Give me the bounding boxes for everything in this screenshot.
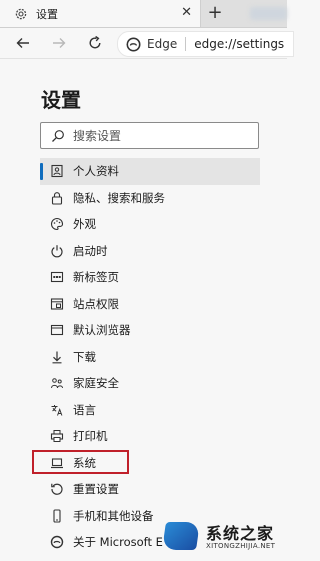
sidebar-item-family-safety[interactable]: 家庭安全 [40, 370, 260, 397]
forward-button[interactable] [50, 34, 68, 52]
search-icon [51, 129, 65, 143]
tab-settings[interactable]: 设置 ✕ [0, 0, 201, 27]
language-icon [50, 403, 64, 417]
sidebar-item-languages[interactable]: 语言 [40, 397, 260, 424]
sidebar-item-profile[interactable]: 个人资料 [40, 158, 260, 185]
address-bar[interactable]: Edge edge://settings [117, 31, 294, 57]
phone-icon [50, 509, 64, 523]
sidebar-item-downloads[interactable]: 下载 [40, 344, 260, 371]
close-icon[interactable]: ✕ [181, 6, 192, 20]
address-separator [185, 37, 187, 51]
watermark-subtext: XITONGZHIJIA.NET [206, 542, 276, 550]
site-name: Edge [147, 37, 178, 51]
url-text[interactable]: edge://settings [194, 37, 284, 51]
sidebar-item-privacy[interactable]: 隐私、搜索和服务 [40, 185, 260, 212]
lock-icon [50, 191, 64, 205]
search-input[interactable] [73, 128, 243, 143]
sidebar-item-label: 手机和其他设备 [73, 508, 154, 523]
edge-logo-icon [50, 535, 64, 549]
gear-icon [14, 7, 28, 21]
refresh-icon [89, 35, 101, 49]
sidebar-item-label: 启动时 [73, 243, 108, 258]
sidebar-item-label: 语言 [73, 402, 96, 417]
family-icon [50, 376, 64, 390]
sidebar-item-label: 家庭安全 [73, 376, 119, 391]
sidebar-item-startup[interactable]: 启动时 [40, 238, 260, 265]
reset-icon [50, 482, 64, 496]
tab-strip: 设置 ✕ + [0, 0, 287, 28]
sidebar-item-appearance[interactable]: 外观 [40, 211, 260, 238]
arrow-right-icon [53, 38, 66, 48]
sidebar-item-label: 下载 [73, 349, 96, 364]
download-icon [50, 350, 64, 364]
watermark-text: 系统之家 [206, 524, 275, 543]
sidebar-item-site-permissions[interactable]: 站点权限 [40, 291, 260, 318]
new-tab-button[interactable]: + [204, 3, 226, 23]
search-box[interactable] [40, 122, 259, 149]
sidebar-item-printers[interactable]: 打印机 [40, 423, 260, 450]
sidebar-item-reset[interactable]: 重置设置 [40, 476, 260, 503]
profile-icon [50, 164, 64, 178]
blurred-tab [250, 7, 287, 20]
page-title: 设置 [41, 88, 81, 112]
sidebar-item-label: 打印机 [73, 429, 108, 444]
tab-title: 设置 [36, 7, 58, 21]
highlight-box [32, 450, 129, 474]
sidebar-item-label: 重置设置 [73, 482, 119, 497]
sidebar-item-label: 默认浏览器 [73, 323, 131, 338]
sidebar-item-label: 站点权限 [73, 296, 119, 311]
watermark-logo-icon [162, 522, 200, 550]
sidebar-item-label: 新标签页 [73, 270, 119, 285]
refresh-button[interactable] [86, 34, 104, 52]
settings-nav: 个人资料 隐私、搜索和服务 外观 启动时 新标签页 站点权限 默认浏览器 下载 … [40, 158, 260, 556]
printer-icon [50, 429, 64, 443]
edge-logo-icon [126, 37, 141, 52]
browser-toolbar: Edge edge://settings [0, 28, 294, 59]
sidebar-item-default-browser[interactable]: 默认浏览器 [40, 317, 260, 344]
sidebar-item-new-tab-page[interactable]: 新标签页 [40, 264, 260, 291]
site-permissions-icon [50, 297, 64, 311]
back-button[interactable] [14, 34, 32, 52]
sidebar-item-label: 隐私、搜索和服务 [73, 190, 165, 205]
watermark: 系统之家 XITONGZHIJIA.NET [150, 516, 287, 561]
new-tab-page-icon [50, 270, 64, 284]
browser-window-icon [50, 323, 64, 337]
power-icon [50, 244, 64, 258]
sidebar-item-label: 外观 [73, 217, 96, 232]
sidebar-item-label: 个人资料 [73, 164, 119, 179]
arrow-left-icon [16, 38, 29, 48]
palette-icon [50, 217, 64, 231]
